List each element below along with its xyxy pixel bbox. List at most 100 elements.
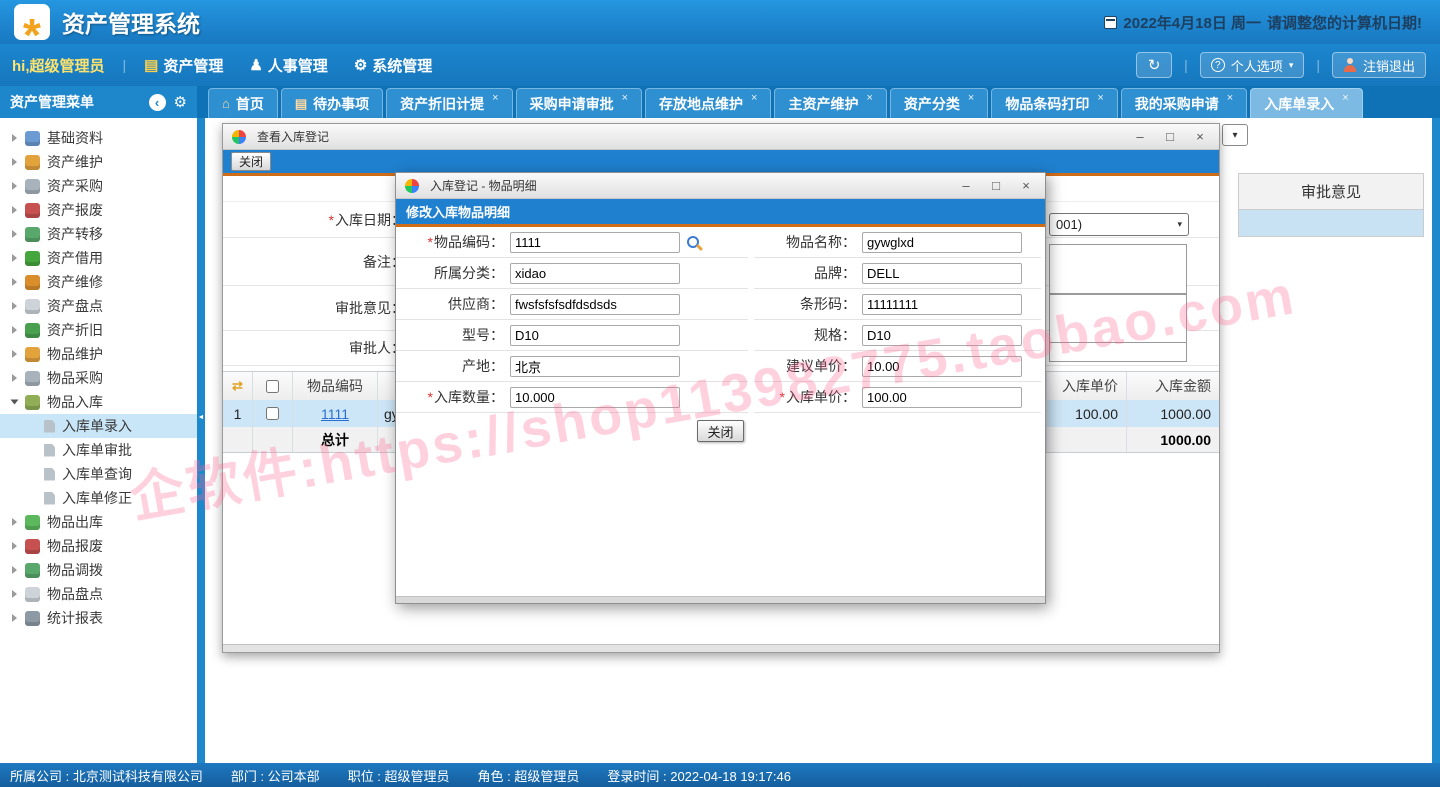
close-button[interactable]: 关闭 bbox=[697, 420, 744, 442]
remark-textarea[interactable] bbox=[1049, 244, 1187, 294]
sidebar-item[interactable]: 物品维护 bbox=[0, 342, 197, 366]
close-button[interactable]: 关闭 bbox=[231, 152, 272, 171]
sidebar-item-icon bbox=[25, 202, 40, 218]
field-input[interactable] bbox=[510, 355, 680, 377]
nav-right-actions: ↻ | ? 个人选项 ▾ | 注销退出 bbox=[1136, 52, 1426, 78]
tab[interactable]: 存放地点维护 × bbox=[645, 88, 772, 118]
tab[interactable]: ▤ 待办事项 bbox=[280, 88, 384, 118]
tab[interactable]: 资产折旧计提 × bbox=[386, 88, 513, 118]
sidebar-subitem[interactable]: 入库单审批 bbox=[0, 438, 197, 462]
tab[interactable]: 资产分类 × bbox=[889, 88, 989, 118]
sidebar-item[interactable]: 统计报表 bbox=[0, 606, 197, 630]
field-input[interactable] bbox=[862, 386, 1022, 408]
tab[interactable]: ⌂ 首页 bbox=[208, 88, 278, 118]
tab-close-icon[interactable]: × bbox=[1097, 92, 1103, 104]
tab-close-icon[interactable]: × bbox=[622, 92, 628, 104]
tab-close-icon[interactable]: × bbox=[968, 92, 974, 104]
tab[interactable]: 入库单录入 × bbox=[1250, 88, 1363, 118]
nav-menu-item[interactable]: ⚙ 系统管理 bbox=[354, 55, 432, 76]
sidebar-item[interactable]: 资产转移 bbox=[0, 222, 197, 246]
field-input[interactable] bbox=[510, 262, 680, 284]
approval-textarea[interactable] bbox=[1049, 294, 1187, 344]
close-icon[interactable]: × bbox=[1019, 178, 1033, 193]
tab[interactable]: 物品条码打印 × bbox=[991, 88, 1118, 118]
field-input[interactable] bbox=[862, 231, 1022, 253]
refresh-button[interactable]: ↻ bbox=[1136, 52, 1173, 78]
item-code-link[interactable]: 1111 bbox=[321, 406, 349, 422]
tab-close-icon[interactable]: × bbox=[751, 92, 757, 104]
close-icon[interactable]: × bbox=[1193, 129, 1207, 144]
sidebar-item[interactable]: 物品出库 bbox=[0, 510, 197, 534]
minimize-icon[interactable]: – bbox=[959, 178, 973, 193]
sidebar-splitter[interactable]: ◄ bbox=[197, 118, 205, 763]
document-icon bbox=[44, 443, 55, 457]
document-icon bbox=[44, 467, 55, 481]
field-input[interactable] bbox=[510, 231, 680, 253]
tab[interactable]: 我的采购申请 × bbox=[1120, 88, 1248, 118]
date-warning: 请调整您的计算机日期! bbox=[1267, 15, 1422, 32]
sidebar-item[interactable]: 资产借用 bbox=[0, 246, 197, 270]
tab-close-icon[interactable]: × bbox=[1227, 92, 1233, 104]
sidebar-item-label: 资产采购 bbox=[47, 178, 103, 194]
field-input[interactable] bbox=[510, 386, 680, 408]
modal-titlebar[interactable]: 查看入库登记 – □ × bbox=[223, 124, 1219, 150]
sidebar-item[interactable]: 物品入库 bbox=[0, 390, 197, 414]
sidebar-item[interactable]: 资产维护 bbox=[0, 150, 197, 174]
field-label: 物品名称： bbox=[786, 234, 856, 250]
field-input[interactable] bbox=[510, 293, 680, 315]
modal-titlebar[interactable]: 入库登记 - 物品明细 – □ × bbox=[396, 173, 1045, 199]
sidebar-subitem[interactable]: 入库单录入 bbox=[0, 414, 197, 438]
sidebar-subitem[interactable]: 入库单修正 bbox=[0, 486, 197, 510]
field-label: *入库日期： bbox=[328, 211, 405, 228]
page-corner-select[interactable]: ▾ bbox=[1222, 124, 1248, 146]
personal-options-button[interactable]: ? 个人选项 ▾ bbox=[1199, 52, 1305, 78]
sidebar-item[interactable]: 物品采购 bbox=[0, 366, 197, 390]
sidebar-subitems: 入库单录入 入库单审批 入库单查询 入库单修正 bbox=[0, 414, 197, 510]
sidebar-item-icon bbox=[25, 586, 40, 602]
sidebar-item[interactable]: 物品盘点 bbox=[0, 582, 197, 606]
nav-menu-item[interactable]: ♟ 人事管理 bbox=[249, 55, 327, 76]
sidebar-item[interactable]: 物品报废 bbox=[0, 534, 197, 558]
splitter-collapse-icon[interactable]: ◄ bbox=[197, 414, 205, 421]
maximize-icon[interactable]: □ bbox=[989, 178, 1003, 193]
sidebar-item[interactable]: 物品调拨 bbox=[0, 558, 197, 582]
sidebar-collapse-icon[interactable]: ‹ bbox=[148, 93, 166, 111]
tab-close-icon[interactable]: × bbox=[1342, 92, 1348, 104]
sidebar-item-label: 物品采购 bbox=[47, 370, 103, 386]
inbound-date-select[interactable]: 001) ▾ bbox=[1049, 213, 1189, 236]
nav-menu-item[interactable]: ▤ 资产管理 bbox=[144, 55, 223, 76]
sidebar-gear-icon[interactable]: ⚙ bbox=[174, 93, 187, 111]
expand-arrow-icon bbox=[12, 350, 17, 358]
sidebar-item[interactable]: 资产维修 bbox=[0, 270, 197, 294]
field-input[interactable] bbox=[510, 324, 680, 346]
sidebar-item[interactable]: 资产盘点 bbox=[0, 294, 197, 318]
field-input[interactable] bbox=[862, 293, 1022, 315]
sort-refresh-icon[interactable]: ⇄ bbox=[232, 378, 243, 394]
logout-button[interactable]: 注销退出 bbox=[1331, 52, 1426, 78]
sidebar-item[interactable]: 基础资料 bbox=[0, 126, 197, 150]
detail-form-row: 产地： 建议单价： bbox=[396, 351, 1045, 382]
field-input[interactable] bbox=[862, 355, 1022, 377]
field-input[interactable] bbox=[862, 262, 1022, 284]
sidebar-item[interactable]: 资产采购 bbox=[0, 174, 197, 198]
tab-close-icon[interactable]: × bbox=[492, 92, 498, 104]
sidebar-item-label: 物品调拨 bbox=[47, 562, 103, 578]
tab-close-icon[interactable]: × bbox=[866, 92, 872, 104]
sidebar-item-label: 基础资料 bbox=[47, 130, 103, 146]
search-icon[interactable] bbox=[687, 236, 699, 248]
maximize-icon[interactable]: □ bbox=[1163, 129, 1177, 144]
nav-menu-label: 系统管理 bbox=[372, 57, 433, 75]
minimize-icon[interactable]: – bbox=[1133, 129, 1147, 144]
sidebar-item[interactable]: 资产折旧 bbox=[0, 318, 197, 342]
sidebar-subitem[interactable]: 入库单查询 bbox=[0, 462, 197, 486]
sidebar-item[interactable]: 资产报废 bbox=[0, 198, 197, 222]
field-input[interactable] bbox=[862, 324, 1022, 346]
window-controls: – □ × bbox=[959, 178, 1033, 193]
select-all-checkbox[interactable] bbox=[266, 379, 279, 393]
approval-selected-row[interactable] bbox=[1238, 210, 1424, 237]
row-checkbox[interactable] bbox=[266, 407, 279, 420]
tab[interactable]: 采购申请审批 × bbox=[515, 88, 643, 118]
right-edge-splitter bbox=[1432, 118, 1440, 763]
approver-input[interactable] bbox=[1049, 342, 1187, 362]
tab[interactable]: 主资产维护 × bbox=[774, 88, 887, 118]
